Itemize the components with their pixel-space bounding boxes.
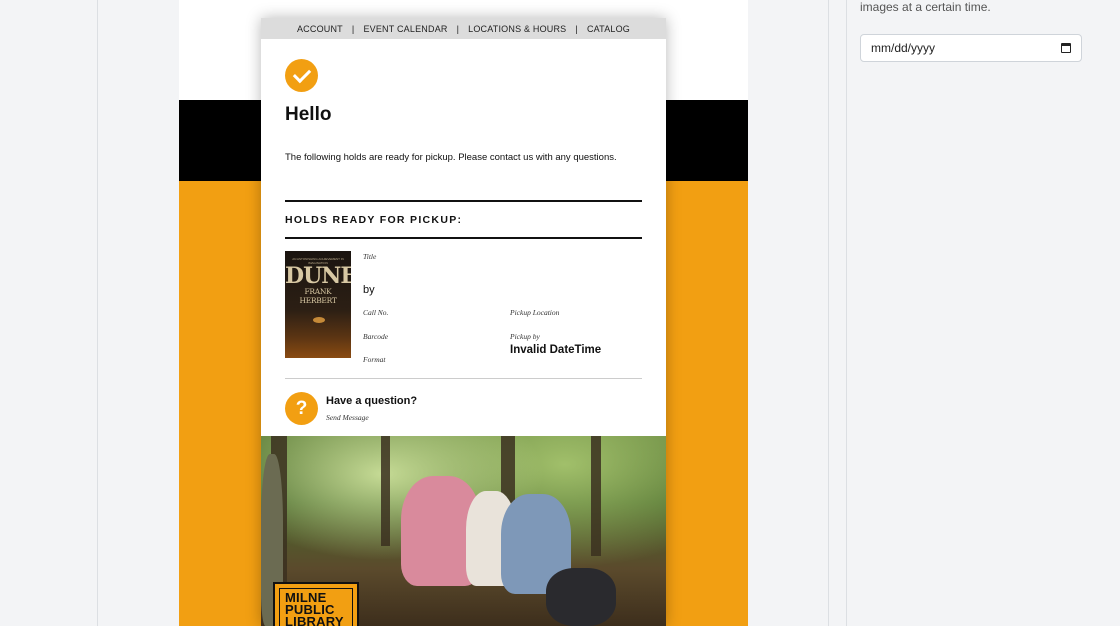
- intro-text: The following holds are ready for pickup…: [285, 152, 617, 163]
- email-nav: ACCOUNT | EVENT CALENDAR | LOCATIONS & H…: [261, 18, 666, 39]
- pickup-by-label: Pickup by: [510, 332, 540, 341]
- question-heading: Have a question?: [326, 395, 418, 407]
- settings-panel: images at a certain time. mm/dd/yyyy: [846, 0, 1120, 626]
- send-message-link[interactable]: Send Message: [326, 413, 369, 422]
- nav-catalog[interactable]: CATALOG: [587, 24, 630, 34]
- help-text: images at a certain time.: [860, 0, 991, 14]
- email-preview: ACCOUNT | EVENT CALENDAR | LOCATIONS & H…: [261, 18, 666, 626]
- pickup-by-value: Invalid DateTime: [510, 344, 602, 356]
- cover-author: FRANK HERBERT: [299, 287, 337, 305]
- checkmark-icon: [285, 59, 318, 92]
- title-label: Title: [363, 252, 377, 261]
- cover-title: DUNE: [285, 263, 351, 289]
- holds-heading: HOLDS READY FOR PICKUP:: [285, 214, 463, 226]
- date-input[interactable]: mm/dd/yyyy: [860, 34, 1082, 62]
- nav-locations-hours[interactable]: LOCATIONS & HOURS: [468, 24, 566, 34]
- question-icon: ?: [285, 392, 318, 425]
- greeting-heading: Hello: [285, 104, 332, 125]
- nav-event-calendar[interactable]: EVENT CALENDAR: [363, 24, 447, 34]
- library-logo: MILNE PUBLIC LIBRARY: [273, 582, 359, 626]
- divider: [285, 200, 642, 202]
- barcode-label: Barcode: [363, 332, 389, 341]
- pickup-location-label: Pickup Location: [510, 308, 560, 317]
- calendar-icon[interactable]: [1061, 43, 1071, 53]
- divider: [285, 237, 642, 239]
- hero-photo: MILNE PUBLIC LIBRARY: [261, 436, 666, 626]
- nav-account[interactable]: ACCOUNT: [297, 24, 343, 34]
- date-placeholder: mm/dd/yyyy: [871, 41, 936, 55]
- book-cover: AN ASTONISHING ACHIEVEMENT IN IMAGINATIO…: [285, 251, 351, 358]
- logo-line: LIBRARY: [285, 614, 344, 626]
- divider: [285, 378, 642, 379]
- format-label: Format: [363, 355, 386, 364]
- call-no-label: Call No.: [363, 308, 389, 317]
- author-line: by: [363, 284, 375, 296]
